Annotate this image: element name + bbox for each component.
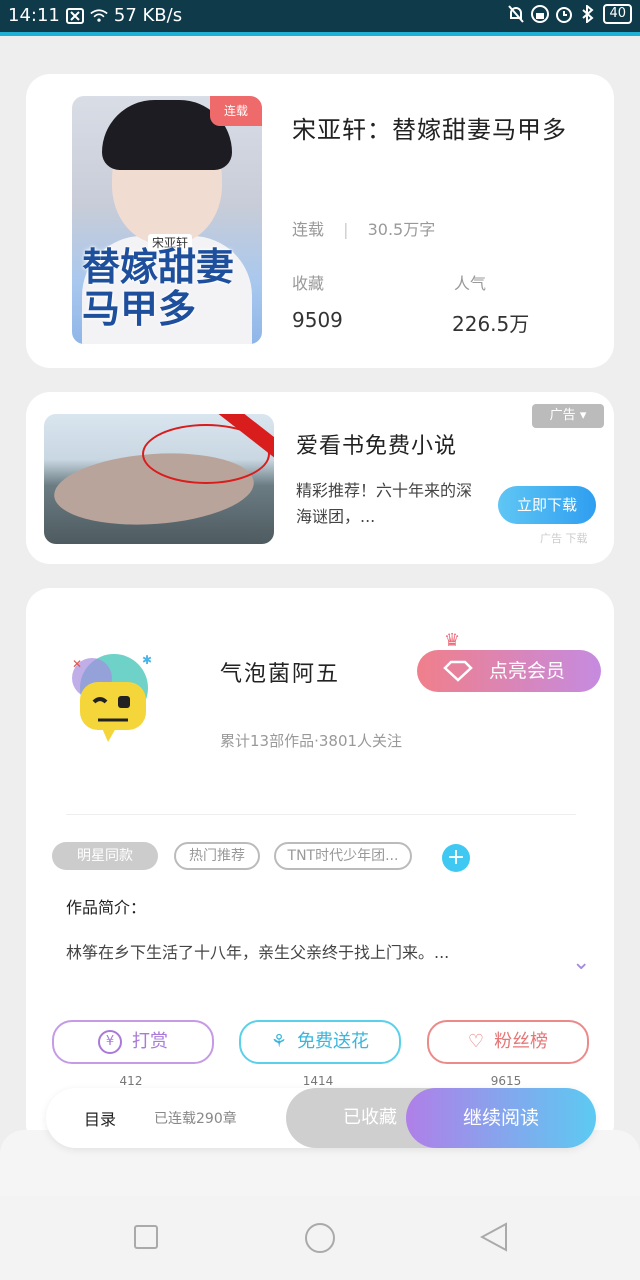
ad-close-dropdown[interactable]: 广告 ▾ [532,404,604,428]
status-time: 14:11 [8,5,60,26]
yen-icon: ¥ [98,1030,122,1054]
tip-label: 打赏 [132,1031,168,1052]
ad-tag-label: 广告 [549,408,576,423]
vip-button-label: 点亮会员 [489,660,566,682]
send-flower-button[interactable]: ⚘ 免费送花 [239,1020,401,1064]
book-word-count: 30.5万字 [367,220,436,239]
crown-icon: ♛ [444,630,461,651]
ad-description: 精彩推荐！六十年来的深海谜团，... [296,481,473,526]
author-avatar[interactable]: ✕ ✱ [62,648,162,748]
works-label: 作品简介： [66,898,147,917]
fav-value: 9509 [292,308,343,332]
wifi-icon [90,7,108,25]
tag-chip-3[interactable]: TNT时代少年团... [274,842,412,870]
tip-button[interactable]: ¥ 打赏 [52,1020,214,1064]
ad-card[interactable]: 广告 ▾ 爱看书免费小说 精彩推荐！六十年来的深海谜团，... 立即下载 广告 … [26,392,614,564]
fan-rank-label: 粉丝榜 [494,1031,549,1052]
expand-chevron-icon[interactable]: ⌄ [572,950,590,975]
vip-button[interactable]: 点亮会员 [417,650,601,692]
cover-status-tag: 连载 [210,96,262,126]
bluetooth-icon [579,5,597,23]
ad-image[interactable] [44,414,274,544]
author-meta: 累计13部作品·3801人关注 [220,732,403,750]
author-card: ✕ ✱ 气泡菌阿五 累计13部作品·3801人关注 ♛ 点亮会员 明星同款 热门… [26,588,614,1148]
reading-bar: 目录 已连载290章 已收藏 继续阅读 [46,1088,596,1148]
mute-bell-icon [507,5,525,23]
notification-icon [65,7,84,25]
tip-count: 412 [119,1074,143,1088]
user-heart-icon: ♡ [467,1031,485,1052]
svg-text:✕: ✕ [72,657,82,671]
fan-count: 9615 [490,1074,522,1088]
author-name: 气泡菌阿五 [220,662,341,687]
fav-label: 收藏 [292,274,325,293]
divider [66,814,576,815]
svg-text:✱: ✱ [142,653,152,667]
update-status: 已连载290章 [154,1111,237,1127]
book-info-card: 连载 宋亚轩 替嫁甜妻马甲多 宋亚轩：替嫁甜妻马甲多 连载 | 30.5万字 收… [26,74,614,368]
cover-title: 替嫁甜妻马甲多 [82,244,235,331]
recents-icon[interactable] [133,1224,159,1250]
book-status: 连载 [292,220,325,239]
chevron-down-icon: ▾ [579,408,587,423]
ad-note: 广告 下载 [540,532,588,545]
tag-chip-1[interactable]: 明星同款 [52,842,158,870]
book-meta: 连载 | 30.5万字 [292,220,436,239]
flower-icon: ⚘ [270,1031,288,1052]
back-icon[interactable] [480,1222,508,1252]
book-intro: 林筝在乡下生活了十八年，亲生父亲终于找上门来。... [66,943,450,962]
continue-reading-button[interactable]: 继续阅读 [406,1088,596,1148]
directory-button[interactable]: 目录 [84,1106,116,1130]
home-icon[interactable] [304,1222,336,1254]
book-title: 宋亚轩：替嫁甜妻马甲多 [292,116,567,144]
lock-icon [531,5,550,23]
status-bar: 14:11 57 KB/s 40 [0,0,640,32]
ad-title: 爱看书免费小说 [296,434,458,459]
fan-rank-button[interactable]: ♡ 粉丝榜 [427,1020,589,1064]
ad-download-button[interactable]: 立即下载 [498,486,596,524]
header-accent [0,32,640,36]
popularity-label: 人气 [454,274,487,293]
diamond-icon [443,660,473,682]
network-speed: 57 KB/s [113,5,183,26]
popularity-value: 226.5万 [452,312,530,336]
alarm-icon [555,5,573,23]
add-tag-button[interactable]: + [442,844,470,872]
battery-indicator: 40 [603,4,632,24]
tag-chip-2[interactable]: 热门推荐 [174,842,260,870]
send-flower-label: 免费送花 [297,1031,370,1052]
flower-count: 1414 [302,1074,334,1088]
book-cover[interactable]: 连载 宋亚轩 替嫁甜妻马甲多 [72,96,262,344]
system-nav-bar [0,1196,640,1280]
